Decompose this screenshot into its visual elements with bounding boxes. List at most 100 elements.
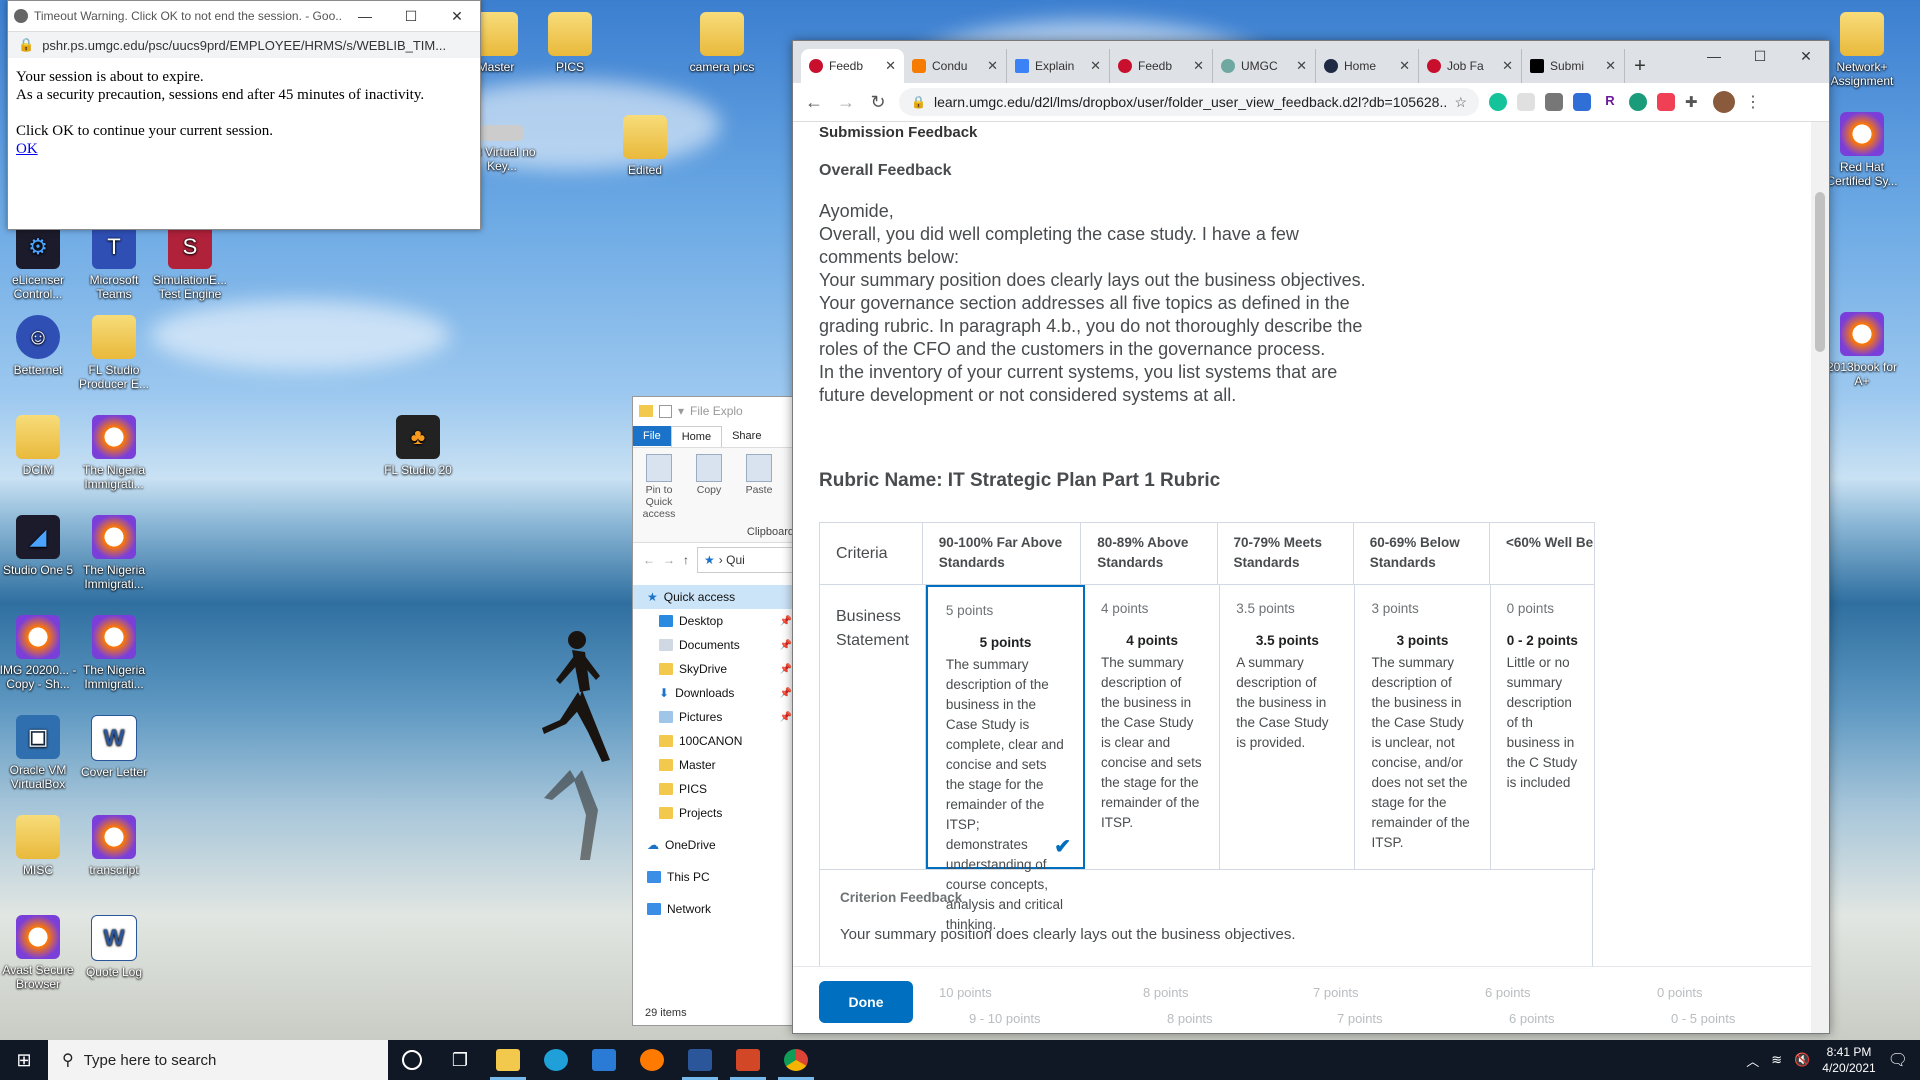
chevron-down-icon[interactable]: ▾ bbox=[678, 404, 684, 418]
desktop-icon-betternet[interactable]: ☺ Betternet bbox=[0, 315, 78, 377]
desktop-icon-nigeria-3[interactable]: The Nigeria Immigrati... bbox=[74, 615, 154, 691]
tab-share[interactable]: Share bbox=[722, 426, 771, 446]
extension-icon[interactable] bbox=[1545, 93, 1563, 111]
desktop-icon-redhat[interactable]: Red Hat Certified Sy... bbox=[1822, 112, 1902, 188]
taskbar-file-explorer[interactable] bbox=[484, 1040, 532, 1080]
tab-submit[interactable]: Submi ✕ bbox=[1522, 49, 1625, 83]
taskbar-clock[interactable]: 8:41 PM 4/20/2021 bbox=[1822, 1044, 1875, 1076]
windows-start-button[interactable]: ⊞ bbox=[0, 1040, 48, 1080]
close-tab-icon[interactable]: ✕ bbox=[1605, 58, 1616, 74]
desktop-icon-dcim[interactable]: DCIM bbox=[0, 415, 78, 477]
taskbar-edge[interactable] bbox=[532, 1040, 580, 1080]
pin-quick-access-button[interactable]: Pin to Quick access bbox=[637, 454, 681, 536]
up-arrow-icon[interactable]: ↑ bbox=[683, 553, 689, 567]
close-button[interactable]: ✕ bbox=[434, 8, 480, 25]
bookmark-star-icon[interactable]: ☆ bbox=[1454, 94, 1467, 111]
nav-item-downloads[interactable]: ⬇ Downloads 📌 bbox=[633, 681, 798, 705]
nav-item-quick-access[interactable]: ★ Quick access bbox=[633, 585, 798, 609]
tab-explain[interactable]: Explain ✕ bbox=[1007, 49, 1110, 83]
nav-item-100canon[interactable]: 100CANON bbox=[633, 729, 798, 753]
volume-muted-icon[interactable]: 🔇 bbox=[1794, 1052, 1810, 1068]
close-tab-icon[interactable]: ✕ bbox=[1399, 58, 1410, 74]
desktop-icon-teams[interactable]: T Microsoft Teams bbox=[74, 225, 154, 301]
nav-item-skydrive[interactable]: SkyDrive 📌 bbox=[633, 657, 798, 681]
tab-home[interactable]: Home bbox=[670, 425, 723, 447]
desktop-icon-fl-producer[interactable]: FL Studio Producer E... bbox=[74, 315, 154, 391]
extension-icon[interactable] bbox=[1629, 93, 1647, 111]
copy-button[interactable]: Copy bbox=[687, 454, 731, 536]
ok-link[interactable]: OK bbox=[16, 141, 38, 157]
pocket-icon[interactable] bbox=[1657, 93, 1675, 111]
back-arrow-icon[interactable]: ← bbox=[643, 553, 655, 567]
grammarly-icon[interactable] bbox=[1489, 93, 1507, 111]
notification-icon[interactable]: 🗨 bbox=[1888, 1050, 1908, 1070]
desktop-icon-edited[interactable]: Edited bbox=[605, 115, 685, 177]
task-view-button[interactable]: ❐ bbox=[436, 1040, 484, 1080]
taskbar-mail[interactable] bbox=[580, 1040, 628, 1080]
desktop-icon-img-copy[interactable]: IMG 20200... - Copy - Sh... bbox=[0, 615, 78, 691]
desktop-icon-avast-browser[interactable]: Avast Secure Browser bbox=[0, 915, 78, 991]
tab-file[interactable]: File bbox=[633, 426, 671, 446]
nav-item-onedrive[interactable]: ☁ OneDrive bbox=[633, 833, 798, 857]
desktop-icon-misc[interactable]: MISC bbox=[0, 815, 78, 877]
maximize-button[interactable]: ☐ bbox=[388, 8, 434, 25]
tab-conduct[interactable]: Condu ✕ bbox=[904, 49, 1007, 83]
desktop-icon-network-plus[interactable]: Network+ Assignment bbox=[1822, 12, 1902, 88]
forward-arrow-icon[interactable]: → bbox=[835, 92, 857, 113]
desktop-icon-nigeria-1[interactable]: The Nigeria Immigrati... bbox=[74, 415, 154, 491]
desktop-icon-quote-log[interactable]: W Quote Log bbox=[74, 915, 154, 979]
nav-item-this-pc[interactable]: This PC bbox=[633, 865, 798, 889]
wifi-icon[interactable]: ≋ bbox=[1771, 1052, 1782, 1068]
close-tab-icon[interactable]: ✕ bbox=[1296, 58, 1307, 74]
desktop-icon-pics[interactable]: PICS bbox=[530, 12, 610, 74]
desktop-icon-fl-studio[interactable]: ♣ FL Studio 20 bbox=[378, 415, 458, 477]
page-scrollbar[interactable] bbox=[1811, 122, 1829, 1033]
tab-home[interactable]: Home ✕ bbox=[1316, 49, 1419, 83]
desktop-icon-camera-pics[interactable]: camera pics bbox=[682, 12, 762, 74]
nav-item-network[interactable]: Network bbox=[633, 897, 798, 921]
desktop-icon-cover-letter[interactable]: W Cover Letter bbox=[74, 715, 154, 779]
close-tab-icon[interactable]: ✕ bbox=[1502, 58, 1513, 74]
menu-kebab-icon[interactable]: ⋮ bbox=[1745, 92, 1761, 112]
chevron-up-icon[interactable]: ︿ bbox=[1746, 1051, 1759, 1070]
tab-feedback-2[interactable]: Feedb ✕ bbox=[1110, 49, 1213, 83]
address-bar[interactable]: 🔒 learn.umgc.edu/d2l/lms/dropbox/user/fo… bbox=[899, 88, 1479, 116]
new-tab-button[interactable]: + bbox=[1625, 49, 1655, 83]
desktop-icon-elicenser[interactable]: ⚙ eLicenser Control... bbox=[0, 225, 78, 301]
nav-item-master[interactable]: Master bbox=[633, 753, 798, 777]
tab-feedback-active[interactable]: Feedb ✕ bbox=[801, 49, 904, 83]
desktop-icon-nigeria-2[interactable]: The Nigeria Immigrati... bbox=[74, 515, 154, 591]
extension-icon[interactable] bbox=[1517, 93, 1535, 111]
extension-icon[interactable]: R bbox=[1601, 93, 1619, 111]
nav-item-pics[interactable]: PICS bbox=[633, 777, 798, 801]
minimize-button[interactable]: — bbox=[342, 8, 388, 24]
nav-item-desktop[interactable]: Desktop 📌 bbox=[633, 609, 798, 633]
close-tab-icon[interactable]: ✕ bbox=[987, 58, 998, 74]
puzzle-icon[interactable]: ✚ bbox=[1685, 93, 1703, 111]
desktop-icon-transcript[interactable]: transcript bbox=[74, 815, 154, 877]
taskbar-powerpoint[interactable] bbox=[724, 1040, 772, 1080]
desktop-icon-studio-one[interactable]: ◢ Studio One 5 bbox=[0, 515, 78, 577]
minimize-button[interactable]: — bbox=[1691, 41, 1737, 71]
tab-umgc[interactable]: UMGC ✕ bbox=[1213, 49, 1316, 83]
close-tab-icon[interactable]: ✕ bbox=[1090, 58, 1101, 74]
close-tab-icon[interactable]: ✕ bbox=[885, 58, 896, 74]
nav-item-projects[interactable]: Projects bbox=[633, 801, 798, 825]
taskbar-search-box[interactable]: ⚲ Type here to search bbox=[48, 1040, 388, 1080]
explorer-path-input[interactable]: ★ › Qui bbox=[697, 547, 798, 573]
taskbar-chrome[interactable] bbox=[772, 1040, 820, 1080]
desktop-icon-2013book[interactable]: 2013book for A+ bbox=[1822, 312, 1902, 388]
scrollbar-thumb[interactable] bbox=[1815, 192, 1825, 352]
close-tab-icon[interactable]: ✕ bbox=[1193, 58, 1204, 74]
nav-item-documents[interactable]: Documents 📌 bbox=[633, 633, 798, 657]
cortana-button[interactable] bbox=[388, 1040, 436, 1080]
reload-icon[interactable]: ↻ bbox=[867, 92, 889, 113]
desktop-icon-simulation[interactable]: S SimulationE... Test Engine bbox=[150, 225, 230, 301]
profile-avatar[interactable] bbox=[1713, 91, 1735, 113]
extension-icon[interactable] bbox=[1573, 93, 1591, 111]
desktop-icon-virtualbox[interactable]: ▣ Oracle VM VirtualBox bbox=[0, 715, 78, 791]
taskbar-word[interactable] bbox=[676, 1040, 724, 1080]
checkbox-icon[interactable] bbox=[659, 404, 672, 418]
close-button[interactable]: ✕ bbox=[1783, 41, 1829, 71]
paste-button[interactable]: Paste bbox=[737, 454, 781, 536]
